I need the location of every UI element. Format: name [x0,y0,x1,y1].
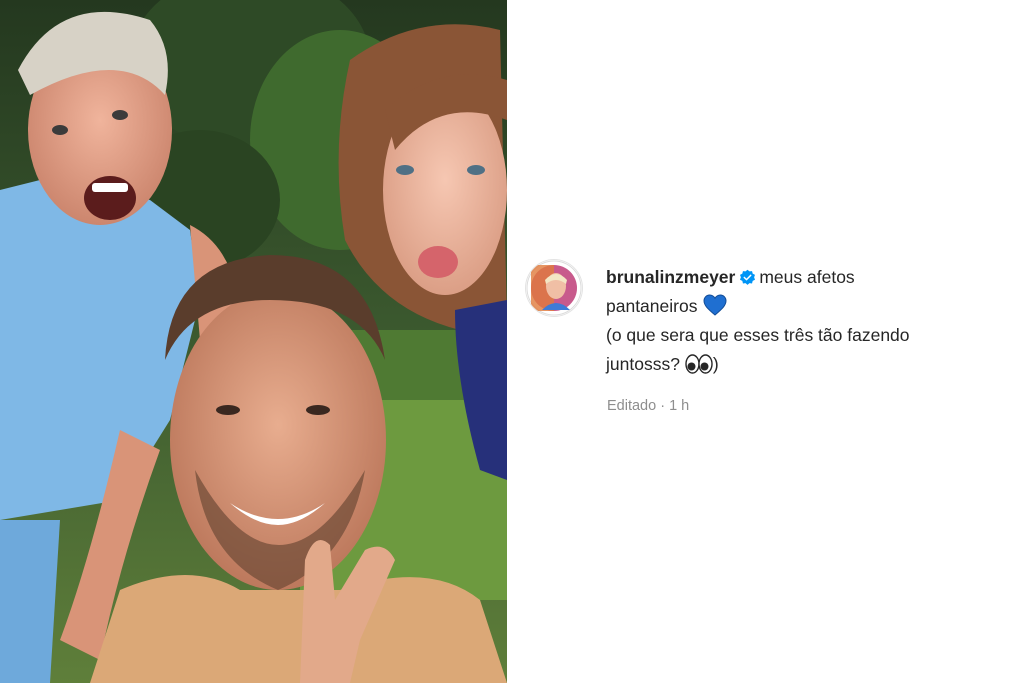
eyes-icon [685,354,713,374]
author-username[interactable]: brunalinzmeyer [606,267,735,287]
blue-heart-icon [703,294,727,316]
post-photo[interactable] [0,0,507,683]
post-caption: brunalinzmeyer meus afetos pantaneiros (o… [606,263,1001,379]
caption-line-2: pantaneiros [606,296,698,316]
author-avatar[interactable] [526,260,582,316]
edited-label: Editado [607,398,657,414]
photo-image [0,0,507,683]
post-meta: Editado · 1 h [607,398,689,414]
verified-badge-icon [740,269,756,285]
caption-line-4-end: ) [712,354,719,374]
caption-line-4: juntosss? [606,354,680,374]
caption-line-1: meus afetos [759,267,855,287]
caption-line-3: (o que sera que esses três tão fazendo [606,325,910,345]
meta-separator: · [660,398,666,414]
avatar-icon [526,260,582,316]
post-time[interactable]: 1 h [669,398,689,414]
